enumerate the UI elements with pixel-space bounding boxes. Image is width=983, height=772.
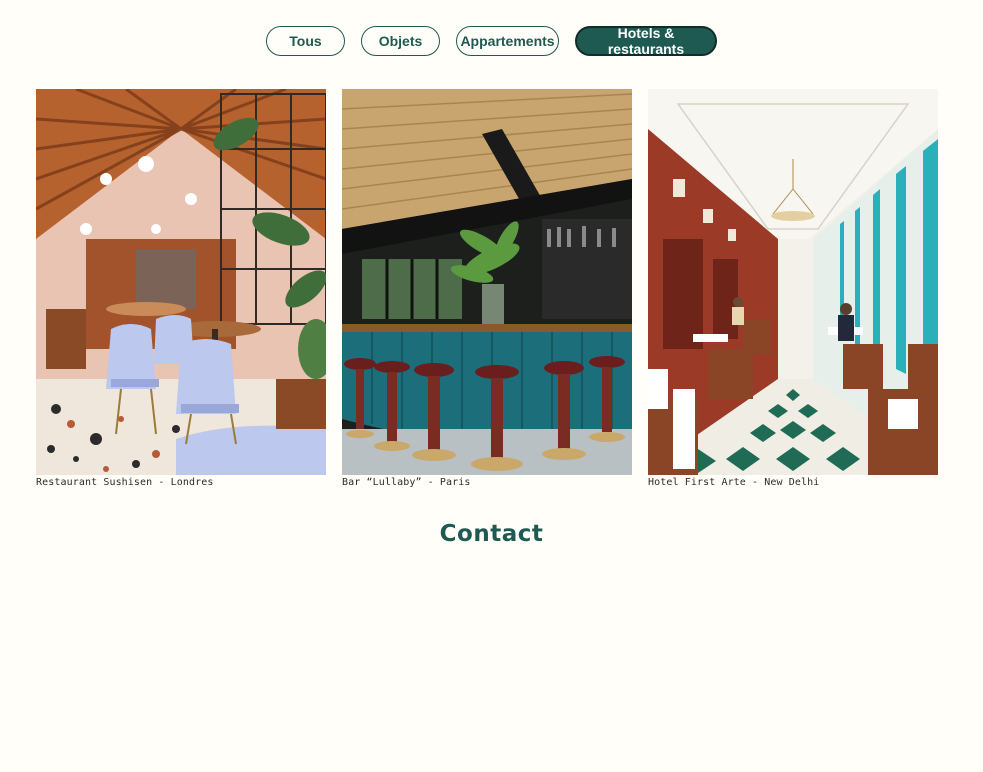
gallery-card-sushisen[interactable]: Restaurant Sushisen - Londres	[36, 89, 326, 488]
gallery-card-lullaby[interactable]: Bar “Lullaby” - Paris	[342, 89, 632, 488]
category-filter-bar: Tous Objets Appartements Hotels & restau…	[0, 25, 983, 57]
project-gallery: Restaurant Sushisen - Londres Bar “Lulla…	[36, 89, 938, 488]
gallery-caption: Hotel First Arte - New Delhi	[648, 477, 820, 488]
page: Tous Objets Appartements Hotels & restau…	[0, 0, 983, 772]
contact-heading: Contact	[439, 521, 544, 547]
filter-objets-button[interactable]: Objets	[361, 26, 440, 56]
filter-hotels-restaurants-button[interactable]: Hotels & restaurants	[575, 25, 717, 57]
gallery-caption: Restaurant Sushisen - Londres	[36, 477, 214, 488]
restaurant-sushisen-photo[interactable]	[36, 89, 326, 475]
gallery-caption: Bar “Lullaby” - Paris	[342, 477, 471, 488]
bar-lullaby-photo[interactable]	[342, 89, 632, 475]
gallery-card-first-arte[interactable]: Hotel First Arte - New Delhi	[648, 89, 938, 488]
hotel-first-arte-photo[interactable]	[648, 89, 938, 475]
filter-appartements-button[interactable]: Appartements	[456, 26, 559, 56]
filter-tous-button[interactable]: Tous	[266, 26, 345, 56]
